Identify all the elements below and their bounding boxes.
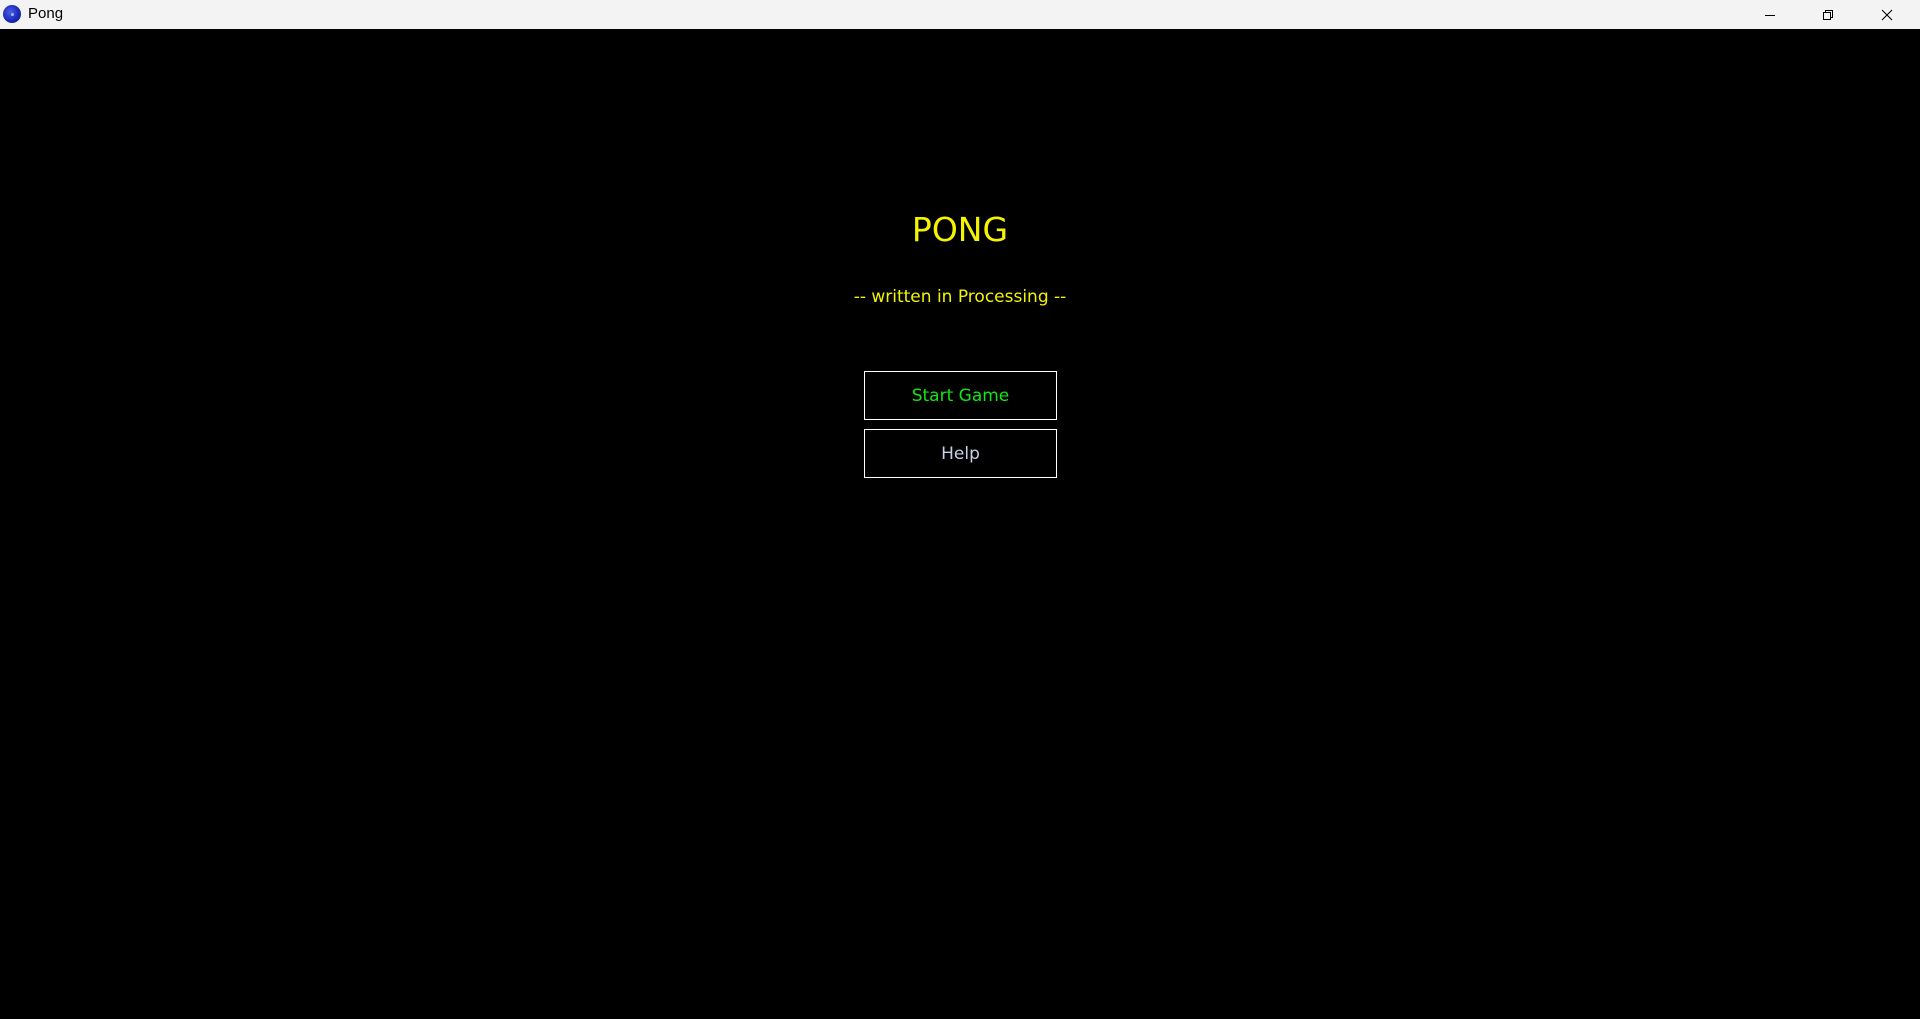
help-button[interactable]: Help xyxy=(864,429,1057,478)
game-canvas xyxy=(0,29,1920,1019)
pong-app-icon xyxy=(3,5,21,23)
window-title: Pong xyxy=(28,5,64,22)
start-game-label: Start Game xyxy=(911,385,1010,406)
minimize-icon xyxy=(1764,9,1776,21)
game-title: PONG xyxy=(911,210,1009,249)
game-subtitle: -- written in Processing -- xyxy=(853,287,1067,307)
restore-button[interactable] xyxy=(1799,0,1857,29)
window-titlebar[interactable]: Pong xyxy=(0,0,1920,29)
restore-icon xyxy=(1822,9,1834,21)
help-label: Help xyxy=(941,443,980,464)
close-button[interactable] xyxy=(1858,0,1916,29)
close-icon xyxy=(1881,9,1893,21)
start-game-button[interactable]: Start Game xyxy=(864,371,1057,420)
minimize-button[interactable] xyxy=(1741,0,1799,29)
